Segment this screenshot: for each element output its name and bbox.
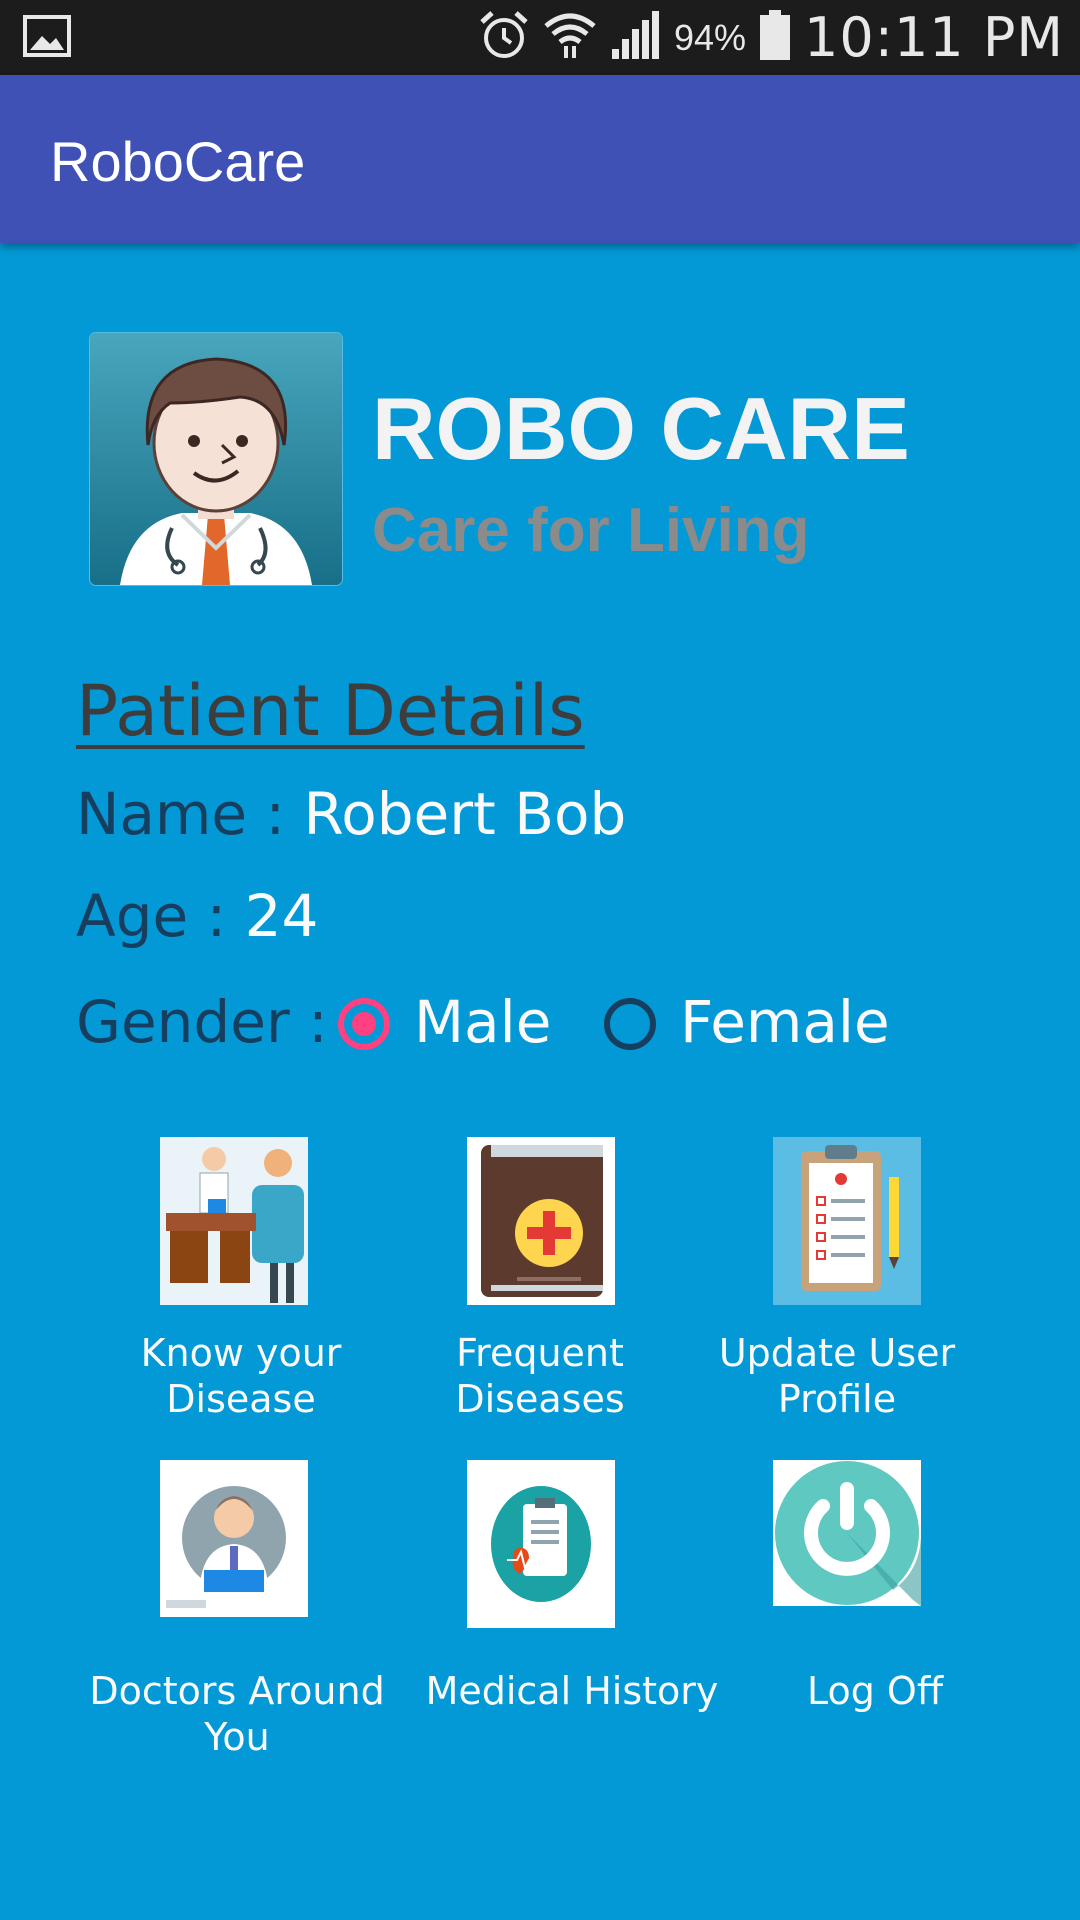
brand-subtitle: Care for Living — [372, 496, 810, 565]
wifi-icon — [544, 10, 596, 65]
name-label: Name : — [76, 780, 304, 848]
alarm-icon — [478, 10, 530, 65]
patient-details-heading: Patient Details — [76, 670, 585, 752]
gender-male-label[interactable]: Male — [414, 988, 551, 1056]
doctor-avatar-icon — [90, 333, 342, 585]
menu-label[interactable]: Know your Disease — [81, 1330, 401, 1422]
battery-percent: 94% — [673, 16, 747, 58]
menu-label[interactable]: Medical History — [412, 1668, 732, 1714]
power-icon[interactable] — [773, 1460, 921, 1606]
menu-label[interactable]: Frequent Diseases — [380, 1330, 700, 1422]
brand-title: ROBO CARE — [372, 379, 910, 478]
gender-male-radio[interactable] — [338, 998, 390, 1050]
app-bar: RoboCare — [0, 75, 1080, 243]
menu-label[interactable]: Log Off — [715, 1668, 1035, 1714]
name-value: Robert Bob — [303, 780, 627, 848]
age-row: Age : 24 — [76, 882, 318, 950]
menu-label[interactable]: Doctors Around You — [77, 1668, 397, 1760]
battery-icon — [760, 10, 791, 65]
status-bar: 94% 10:11 PM — [0, 0, 1080, 75]
app-title: RoboCare — [50, 130, 306, 193]
image-icon — [22, 14, 72, 63]
gender-female-radio[interactable] — [604, 998, 656, 1050]
medical-book-icon[interactable] — [467, 1137, 615, 1305]
gender-female-label[interactable]: Female — [680, 988, 890, 1056]
clock: 10:11 PM — [804, 6, 1064, 69]
clipboard-icon[interactable] — [773, 1137, 921, 1305]
age-label: Age : — [76, 882, 245, 950]
name-row: Name : Robert Bob — [76, 780, 626, 848]
doctor-consultation-icon[interactable] — [160, 1137, 308, 1305]
signal-icon — [610, 11, 660, 64]
gender-row: Gender : — [76, 988, 328, 1056]
gender-label: Gender : — [76, 988, 328, 1056]
age-value: 24 — [244, 882, 319, 950]
menu-label[interactable]: Update User Profile — [677, 1330, 997, 1422]
doctor-laptop-icon[interactable] — [160, 1460, 308, 1617]
medical-report-icon[interactable] — [467, 1460, 615, 1628]
